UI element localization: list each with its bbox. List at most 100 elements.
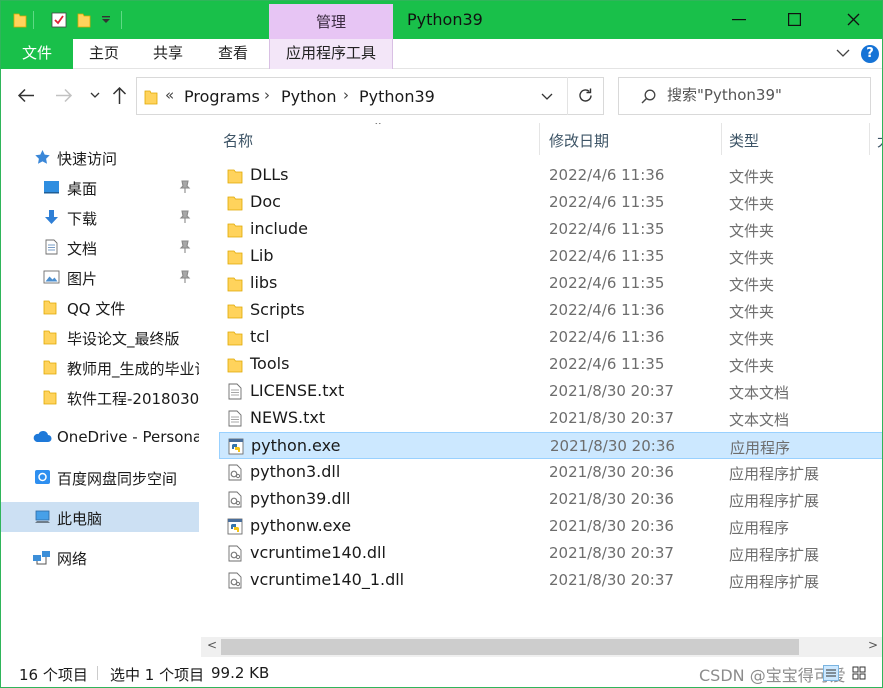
recent-locations-icon[interactable] [90,92,100,99]
nav-item-desktop[interactable]: 桌面 [1,172,199,202]
nav-item-teacher-thesis[interactable]: 教师用_生成的毕业论 [1,352,199,382]
file-type: 文件夹 [729,168,775,186]
file-name[interactable]: python39.dll [250,489,350,508]
file-row[interactable]: Tools 2022/4/6 11:35 文件夹 [219,351,882,378]
nav-label: OneDrive - Persona [57,428,199,446]
nav-network[interactable]: 网络 [1,542,199,572]
nav-label: 下载 [67,210,98,228]
column-divider[interactable] [869,123,870,155]
file-name[interactable]: LICENSE.txt [250,381,344,400]
horizontal-scrollbar[interactable]: < > [201,637,882,657]
tab-view[interactable]: 查看 [218,39,248,69]
minimize-button[interactable] [712,1,766,39]
customize-toolbar-icon[interactable] [101,16,111,24]
details-view-icon[interactable] [823,665,839,681]
chevron-right-icon[interactable]: › [343,86,349,104]
folder-icon [227,304,243,319]
folder-icon [13,13,27,28]
file-name[interactable]: DLLs [250,165,288,184]
file-row[interactable]: include 2022/4/6 11:35 文件夹 [219,216,882,243]
nav-onedrive[interactable]: OneDrive - Persona [1,422,199,452]
tab-share[interactable]: 共享 [153,39,183,69]
file-row[interactable]: python39.dll 2021/8/30 20:36 应用程序扩展 [219,486,882,513]
search-input[interactable] [667,86,862,104]
nav-item-qq-files[interactable]: QQ 文件 [1,292,199,322]
column-header-type[interactable]: 类型 [729,130,759,151]
file-name[interactable]: vcruntime140.dll [250,543,386,562]
column-header-name[interactable]: 名称 [223,130,253,151]
folder-icon [227,223,243,238]
nav-baidu-netdisk[interactable]: 百度网盘同步空间 [1,462,199,492]
file-row[interactable]: python.exe 2021/8/30 20:36 应用程序 [219,432,882,459]
scroll-left-icon[interactable]: < [207,638,217,652]
large-icons-view-icon[interactable] [851,665,867,681]
file-name[interactable]: Lib [250,246,274,265]
nav-item-software-engineering[interactable]: 软件工程-2018030 [1,382,199,412]
manage-tab[interactable]: 管理 [269,4,393,39]
back-arrow-icon[interactable] [17,88,35,103]
network-icon [33,551,50,565]
file-name[interactable]: libs [250,273,277,292]
file-row[interactable]: vcruntime140_1.dll 2021/8/30 20:37 应用程序扩展 [219,567,882,594]
file-name[interactable]: tcl [250,327,270,346]
file-name[interactable]: pythonw.exe [250,516,351,535]
new-folder-icon[interactable] [77,11,91,28]
file-date: 2022/4/6 11:35 [549,220,665,238]
refresh-button[interactable] [567,77,603,115]
chevron-right-icon[interactable]: › [264,86,270,104]
expand-ribbon-icon[interactable] [836,49,850,58]
forward-arrow-icon[interactable] [55,88,73,103]
file-row[interactable]: vcruntime140.dll 2021/8/30 20:37 应用程序扩展 [219,540,882,567]
breadcrumb-programs[interactable]: Programs [184,87,260,106]
file-name[interactable]: Tools [250,354,289,373]
breadcrumb-python[interactable]: Python [281,87,336,106]
close-button[interactable] [827,1,881,39]
file-name[interactable]: vcruntime140_1.dll [250,570,404,589]
file-name[interactable]: Scripts [250,300,305,319]
file-name[interactable]: Doc [250,192,281,211]
search-box[interactable] [618,77,871,115]
dll-file-icon [228,491,242,508]
file-row[interactable]: NEWS.txt 2021/8/30 20:37 文本文档 [219,405,882,432]
help-icon[interactable]: ? [861,45,879,63]
address-bar[interactable]: « Programs › Python › Python39 [136,77,604,115]
column-divider[interactable] [539,123,540,155]
file-row[interactable]: DLLs 2022/4/6 11:36 文件夹 [219,162,882,189]
file-name[interactable]: include [250,219,308,238]
breadcrumb-python39[interactable]: Python39 [359,87,435,106]
nav-item-thesis-final[interactable]: 毕设论文_最终版 [1,322,199,352]
nav-quick-access[interactable]: 快速访问 [1,142,199,172]
file-row[interactable]: LICENSE.txt 2021/8/30 20:37 文本文档 [219,378,882,405]
tab-application-tools[interactable]: 应用程序工具 [269,39,393,69]
file-row[interactable]: pythonw.exe 2021/8/30 20:36 应用程序 [219,513,882,540]
up-arrow-icon[interactable] [112,86,127,105]
file-name[interactable]: python3.dll [250,462,340,481]
address-overflow[interactable]: « [165,86,174,104]
file-name[interactable]: python.exe [251,436,340,455]
nav-this-pc[interactable]: 此电脑 [1,502,199,532]
nav-item-pictures[interactable]: 图片 [1,262,199,292]
file-row[interactable]: Scripts 2022/4/6 11:36 文件夹 [219,297,882,324]
tab-home[interactable]: 主页 [89,39,119,69]
nav-item-downloads[interactable]: 下载 [1,202,199,232]
address-history-icon[interactable] [541,93,553,101]
nav-label: 百度网盘同步空间 [57,470,178,488]
column-divider[interactable] [721,123,722,155]
column-header-date[interactable]: 修改日期 [549,130,609,151]
file-row[interactable]: python3.dll 2021/8/30 20:36 应用程序扩展 [219,459,882,486]
nav-item-documents[interactable]: 文档 [1,232,199,262]
scroll-right-icon[interactable]: > [868,638,878,652]
star-icon [35,150,50,164]
file-name[interactable]: NEWS.txt [250,408,325,427]
file-row[interactable]: Doc 2022/4/6 11:35 文件夹 [219,189,882,216]
properties-icon[interactable] [51,11,67,28]
maximize-button[interactable] [767,1,821,39]
close-icon [847,13,860,26]
file-row[interactable]: tcl 2022/4/6 11:36 文件夹 [219,324,882,351]
file-row[interactable]: libs 2022/4/6 11:35 文件夹 [219,270,882,297]
scrollbar-thumb[interactable] [221,639,799,655]
pin-icon [179,270,191,283]
tab-file[interactable]: 文件 [1,39,73,69]
file-row[interactable]: Lib 2022/4/6 11:35 文件夹 [219,243,882,270]
sort-ascending-icon: ⌃ [373,123,384,133]
